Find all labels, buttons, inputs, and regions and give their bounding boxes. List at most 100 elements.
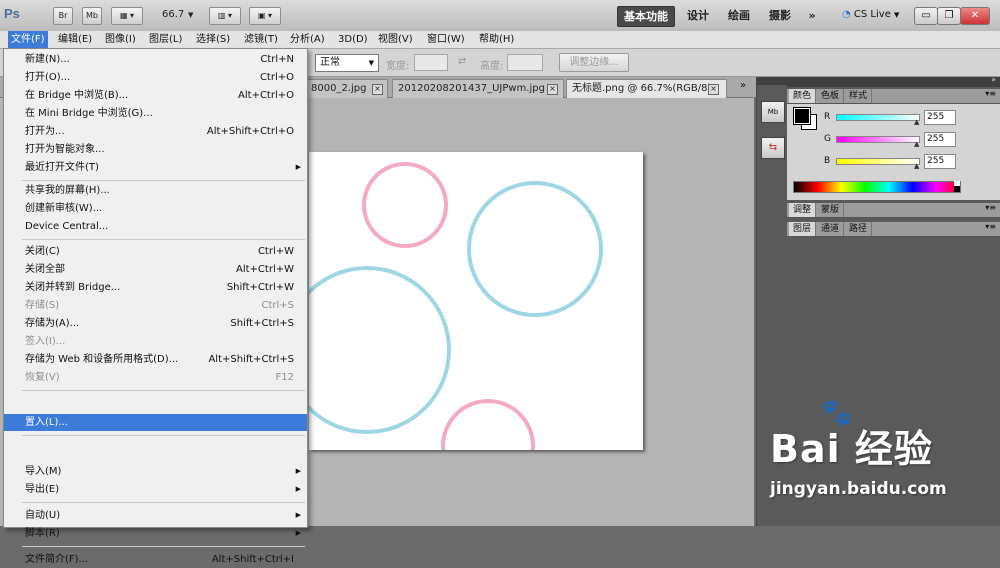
file-menu-item[interactable]: 存储为(A)... Shift+Ctrl+S	[4, 315, 307, 332]
file-menu-item[interactable]: 创建新审核(W)...	[4, 200, 307, 217]
cs-live-button[interactable]: ◔ CS Live ▼	[842, 9, 899, 20]
menu-select[interactable]: 选择(S)	[193, 31, 233, 48]
tab-masks[interactable]: 蒙版	[817, 203, 845, 217]
menu-3d[interactable]: 3D(D)	[335, 31, 371, 48]
menu-item-label: 共享我的屏幕(H)...	[25, 185, 110, 196]
view-extras-button[interactable]: ▦ ▾	[111, 7, 143, 25]
zoom-level[interactable]: 66.7	[162, 9, 184, 20]
file-menu-item[interactable]: 导入(M) ▶	[4, 463, 307, 480]
file-menu-item[interactable]: 存储为 Web 和设备所用格式(D)... Alt+Shift+Ctrl+S	[4, 351, 307, 368]
slider-handle-icon[interactable]: ▲	[914, 140, 919, 148]
file-menu-item[interactable]: 新建(N)... Ctrl+N	[4, 51, 307, 68]
close-icon[interactable]: ×	[708, 84, 719, 95]
tab-channels[interactable]: 通道	[817, 222, 845, 236]
file-menu-item[interactable]: 在 Bridge 中浏览(B)... Alt+Ctrl+O	[4, 87, 307, 104]
menu-file[interactable]: 文件(F)	[8, 31, 48, 48]
file-menu-item[interactable]: 在 Mini Bridge 中浏览(G)...	[4, 105, 307, 122]
green-slider[interactable]	[836, 136, 920, 143]
file-menu-item[interactable]: 关闭全部 Alt+Ctrl+W	[4, 261, 307, 278]
restore-icon: ❐	[944, 10, 954, 21]
mini-bridge-button[interactable]: Mb	[82, 7, 102, 25]
file-menu-item[interactable]: 导出(E) ▶	[4, 481, 307, 498]
dock-grip[interactable]	[757, 77, 787, 85]
file-menu-item[interactable]: 文件简介(F)... Alt+Shift+Ctrl+I	[4, 551, 307, 568]
maximize-button[interactable]: ❐	[937, 7, 961, 25]
swap-icon[interactable]: ⇄	[458, 56, 466, 67]
height-field[interactable]	[507, 54, 543, 71]
refine-edge-button[interactable]: 调整边缘...	[559, 53, 629, 72]
menu-layer[interactable]: 图层(L)	[146, 31, 185, 48]
file-menu-item[interactable]: 关闭(C) Ctrl+W	[4, 243, 307, 260]
dock-header[interactable]: »	[787, 75, 1000, 87]
menu-item-shortcut: Alt+Shift+Ctrl+I	[211, 554, 294, 565]
menu-item-label: 文件简介(F)...	[25, 554, 89, 565]
tab-color[interactable]: 颜色	[789, 89, 817, 103]
red-slider[interactable]	[836, 114, 920, 121]
menu-item-label: 新建(N)...	[25, 54, 70, 65]
file-menu-item[interactable]: Device Central...	[4, 218, 307, 235]
blue-slider[interactable]	[836, 158, 920, 165]
file-menu-item[interactable]: 关闭并转到 Bridge... Shift+Ctrl+W	[4, 279, 307, 296]
file-menu-item[interactable]: 置入(L)...	[4, 414, 307, 431]
red-value-field[interactable]: 255	[924, 110, 956, 125]
menu-help[interactable]: 帮助(H)	[476, 31, 517, 48]
menu-item-shortcut: Ctrl+N	[260, 54, 294, 65]
style-mode-select[interactable]: 正常 ▼	[315, 54, 379, 72]
width-field[interactable]	[414, 54, 448, 71]
more-workspaces-button[interactable]: »	[802, 6, 822, 25]
tab-document-1[interactable]: 8000_2.jpg ×	[305, 79, 388, 98]
slider-handle-icon[interactable]: ▲	[914, 162, 919, 170]
file-menu-item[interactable]: 打开为... Alt+Shift+Ctrl+O	[4, 123, 307, 140]
file-menu-item[interactable]: 自动(U) ▶	[4, 507, 307, 524]
menu-item-label: 打开为...	[25, 126, 65, 137]
bridge-button[interactable]: Br	[53, 7, 73, 25]
tab-paths[interactable]: 路径	[845, 222, 873, 236]
tab-swatches[interactable]: 色板	[817, 89, 845, 103]
menu-filter[interactable]: 滤镜(T)	[241, 31, 281, 48]
more-tabs-icon[interactable]: »	[740, 80, 746, 91]
menu-analysis[interactable]: 分析(A)	[287, 31, 328, 48]
file-menu-item[interactable]: 共享我的屏幕(H)...	[4, 182, 307, 199]
close-icon[interactable]: ×	[372, 84, 383, 95]
workspace-painting[interactable]: 绘画	[724, 6, 754, 25]
slider-handle-icon[interactable]: ▲	[914, 118, 919, 126]
close-window-button[interactable]: ✕	[960, 7, 990, 25]
workspace-photography[interactable]: 摄影	[765, 6, 795, 25]
tab-styles[interactable]: 样式	[845, 89, 873, 103]
minimize-button[interactable]: ▭	[914, 7, 938, 25]
menu-window[interactable]: 窗口(W)	[424, 31, 468, 48]
tab-adjustments[interactable]: 调整	[789, 203, 817, 217]
red-label: R	[824, 112, 831, 122]
file-menu-item[interactable]: 最近打开文件(T) ▶	[4, 159, 307, 176]
history-panel-button[interactable]: ⇆	[761, 137, 785, 159]
panel-menu-icon[interactable]: ▾≡	[985, 222, 996, 231]
paw-icon: 🐾	[820, 398, 853, 428]
tab-document-active[interactable]: 无标题.png @ 66.7%(RGB/8) ×	[566, 79, 727, 98]
menu-edit[interactable]: 编辑(E)	[55, 31, 95, 48]
color-spectrum-bar[interactable]	[793, 181, 961, 193]
zoom-dropdown-icon[interactable]: ▼	[188, 11, 193, 19]
file-menu-item[interactable]: 打开(O)... Ctrl+O	[4, 69, 307, 86]
spectrum-black-chip[interactable]	[954, 186, 960, 192]
green-value-field[interactable]: 255	[924, 132, 956, 147]
submenu-arrow-icon: ▶	[295, 511, 301, 519]
collapse-icon[interactable]: »	[991, 75, 996, 84]
arrange-documents-button[interactable]: ▥ ▾	[209, 7, 241, 25]
tab-document-2[interactable]: 20120208201437_UJPwm.jpg ×	[392, 79, 564, 98]
foreground-color-swatch[interactable]	[793, 107, 811, 125]
panel-menu-icon[interactable]: ▾≡	[985, 203, 996, 212]
file-menu-item[interactable]: 打开为智能对象...	[4, 141, 307, 158]
mini-bridge-panel-button[interactable]: Mb	[761, 101, 785, 123]
workspace-essentials[interactable]: 基本功能	[617, 6, 675, 27]
close-icon[interactable]: ×	[547, 84, 558, 95]
blue-circle-right	[467, 181, 603, 317]
tab-layers[interactable]: 图层	[789, 222, 817, 236]
document-canvas[interactable]	[309, 152, 643, 450]
blue-value-field[interactable]: 255	[924, 154, 956, 169]
menu-view[interactable]: 视图(V)	[375, 31, 416, 48]
workspace-design[interactable]: 设计	[683, 6, 713, 25]
panel-menu-icon[interactable]: ▾≡	[985, 89, 996, 98]
screen-mode-button[interactable]: ▣ ▾	[249, 7, 281, 25]
menu-image[interactable]: 图像(I)	[102, 31, 139, 48]
file-menu-item[interactable]: 脚本(R) ▶	[4, 525, 307, 542]
